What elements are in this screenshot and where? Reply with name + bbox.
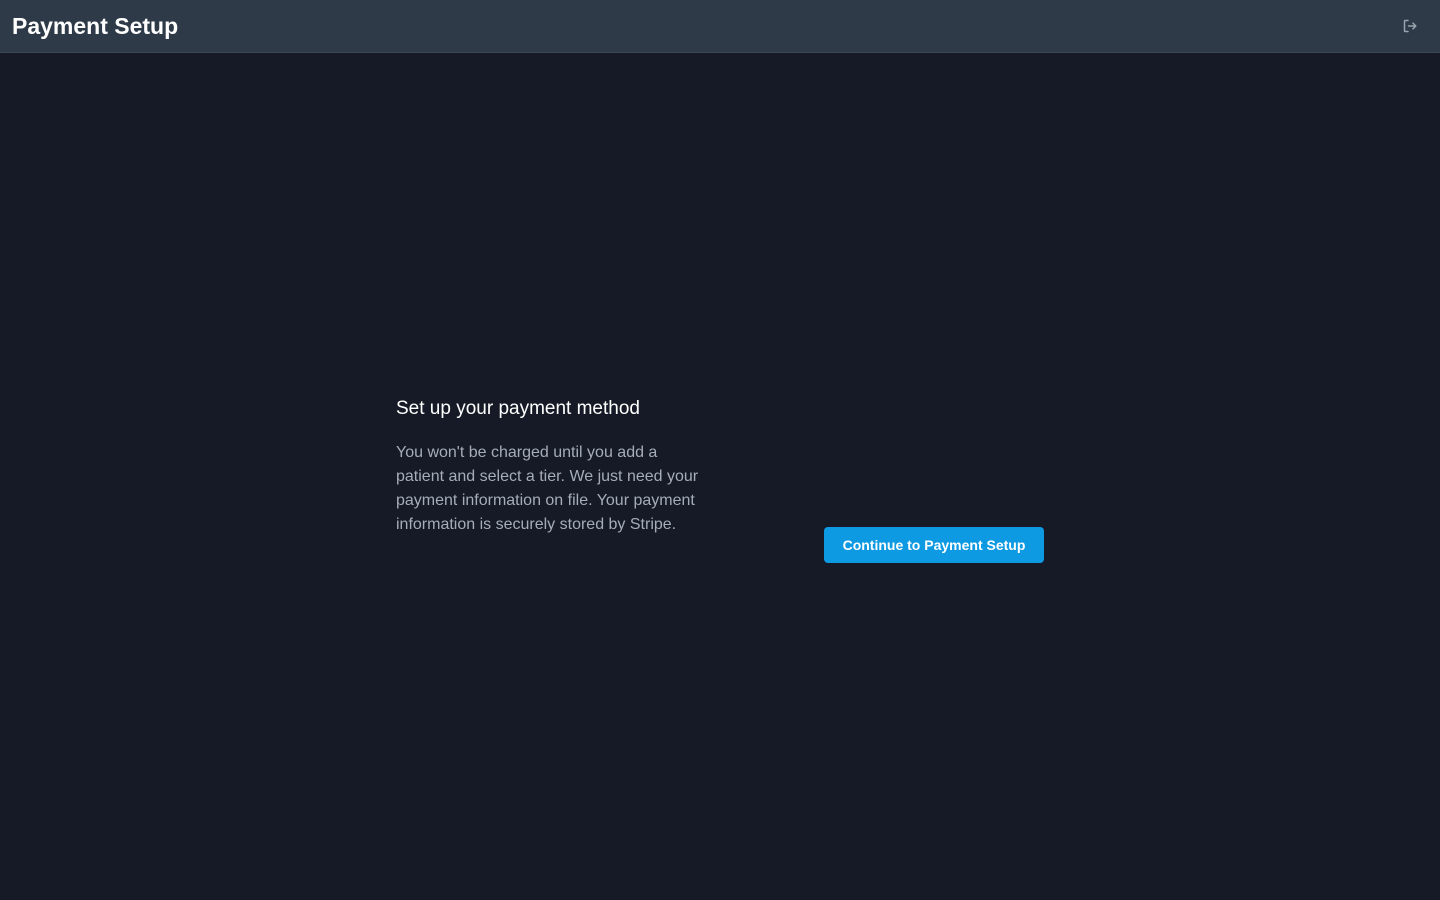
- section-heading: Set up your payment method: [396, 398, 640, 419]
- top-bar: Payment Setup: [0, 0, 1440, 53]
- page-title: Payment Setup: [12, 13, 179, 39]
- logout-button[interactable]: [1400, 16, 1420, 36]
- logout-icon: [1402, 18, 1418, 34]
- main-content: [0, 53, 1440, 900]
- section-description: You won't be charged until you add a pat…: [396, 444, 699, 533]
- continue-to-payment-setup-button[interactable]: Continue to Payment Setup: [824, 527, 1044, 563]
- payment-setup-info: Set up your payment method You won't be …: [396, 395, 701, 537]
